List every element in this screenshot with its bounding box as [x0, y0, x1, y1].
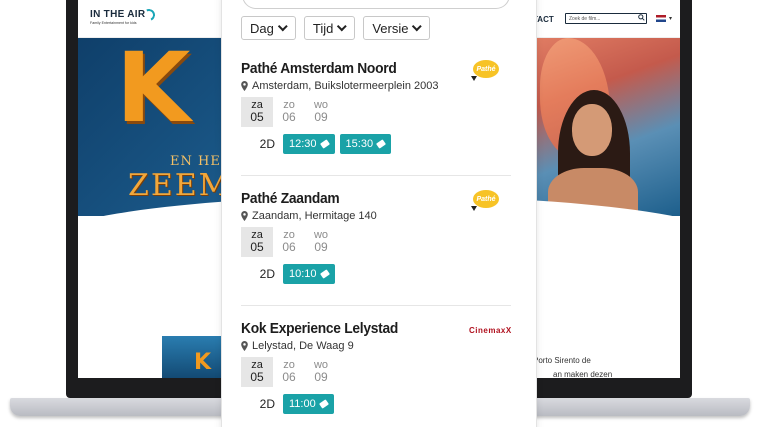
body-text: an maken dezen	[553, 370, 613, 378]
day-tab[interactable]: wo 09	[305, 357, 337, 387]
day-tab[interactable]: zo 06	[273, 357, 305, 387]
showtime-label: 10:10	[289, 268, 317, 280]
day-number: 05	[250, 110, 264, 125]
search-icon[interactable]	[638, 14, 645, 21]
search-input[interactable]: Zoek de film...	[565, 13, 647, 24]
showtimes-row: 2D 10:10	[241, 264, 511, 284]
filter-label: Versie	[372, 20, 409, 36]
cinema-address-text: Lelystad, De Waag 9	[252, 340, 354, 352]
cinema-name[interactable]: Pathé Amsterdam Noord	[241, 60, 489, 77]
day-number: 09	[314, 370, 328, 385]
filter-day-dropdown[interactable]: Dag	[241, 16, 296, 40]
showtime-button[interactable]: 10:10	[283, 264, 335, 284]
day-number: 06	[282, 240, 296, 255]
chevron-down-icon	[412, 20, 423, 31]
day-tab[interactable]: za 05	[241, 97, 273, 127]
ticket-icon	[376, 139, 387, 149]
filter-label: Tijd	[312, 20, 334, 36]
day-number: 05	[250, 240, 264, 255]
showtime-label: 12:30	[289, 138, 317, 150]
day-tab[interactable]: za 05	[241, 357, 273, 387]
nav-contact-link[interactable]: TACT	[533, 15, 554, 24]
showtime-button[interactable]: 15:30	[339, 134, 392, 154]
ticket-icon	[318, 399, 329, 409]
chevron-down-icon	[277, 20, 288, 31]
ticket-icon	[319, 269, 330, 279]
day-number: 05	[250, 370, 264, 385]
cinema-address-text: Amsterdam, Buikslotermeerplein 2003	[252, 80, 439, 92]
logo-tagline: Family Entertainment for kids	[90, 21, 137, 25]
day-selector: za 05 zo 06 wo 09	[241, 227, 511, 257]
pathe-logo-tip	[471, 206, 477, 211]
filter-version-dropdown[interactable]: Versie	[363, 16, 431, 40]
day-tab[interactable]: wo 09	[305, 97, 337, 127]
chevron-down-icon	[337, 20, 348, 31]
hero-title-letter: K	[116, 38, 191, 144]
day-tab[interactable]: zo 06	[273, 227, 305, 257]
mermaid-face-image	[572, 104, 612, 156]
day-selector: za 05 zo 06 wo 09	[241, 357, 511, 387]
showtime-button[interactable]: 12:30	[283, 134, 335, 154]
showtimes-row: 2D 11:00	[241, 394, 511, 414]
day-selector: za 05 zo 06 wo 09	[241, 97, 511, 127]
promo-image[interactable]	[162, 336, 222, 378]
site-logo[interactable]: IN THE AIR Family Entertainment for kids	[90, 7, 157, 31]
cinemaxx-logo: CinemaxX	[469, 326, 512, 335]
day-tab[interactable]: zo 06	[273, 97, 305, 127]
pathe-logo: Pathé	[471, 58, 501, 86]
showtimes-panel: Dag Tijd Versie Pathé Amsterdam Noord Am…	[222, 0, 536, 427]
showtime-button[interactable]: 11:00	[283, 394, 334, 414]
format-label: 2D	[259, 137, 275, 151]
cinema-address: Lelystad, De Waag 9	[241, 340, 511, 352]
cinema-name[interactable]: Kok Experience Lelystad	[241, 320, 489, 337]
day-tab[interactable]: wo 09	[305, 227, 337, 257]
day-number: 09	[314, 110, 328, 125]
divider	[241, 305, 511, 306]
map-pin-icon	[241, 81, 248, 91]
panel-top-bar	[242, 0, 510, 9]
ticket-icon	[319, 139, 330, 149]
body-text: Porto Sirento de	[533, 356, 591, 365]
map-pin-icon	[241, 211, 248, 221]
pathe-logo: Pathé	[471, 188, 501, 216]
showtime-label: 11:00	[289, 398, 316, 410]
filter-bar: Dag Tijd Versie	[241, 16, 431, 40]
divider	[241, 175, 511, 176]
filter-label: Dag	[250, 20, 274, 36]
language-flag-icon[interactable]	[656, 15, 666, 22]
format-label: 2D	[259, 267, 275, 281]
day-number: 06	[282, 110, 296, 125]
cinema-name[interactable]: Pathé Zaandam	[241, 190, 489, 207]
stage: K EN HET LI ZEEME IN THE AIR Family Ente…	[0, 0, 760, 427]
day-number: 09	[314, 240, 328, 255]
map-pin-icon	[241, 341, 248, 351]
showtimes-row: 2D 12:30 15:30	[241, 134, 511, 154]
showtime-label: 15:30	[345, 138, 374, 150]
promo-letter: K	[194, 350, 212, 375]
day-tab[interactable]: za 05	[241, 227, 273, 257]
filter-time-dropdown[interactable]: Tijd	[303, 16, 356, 40]
language-caret-icon[interactable]: ▾	[669, 15, 672, 22]
day-number: 06	[282, 370, 296, 385]
cinema-address-text: Zaandam, Hermitage 140	[252, 210, 377, 222]
format-label: 2D	[259, 397, 275, 411]
pathe-logo-tip	[471, 76, 477, 81]
